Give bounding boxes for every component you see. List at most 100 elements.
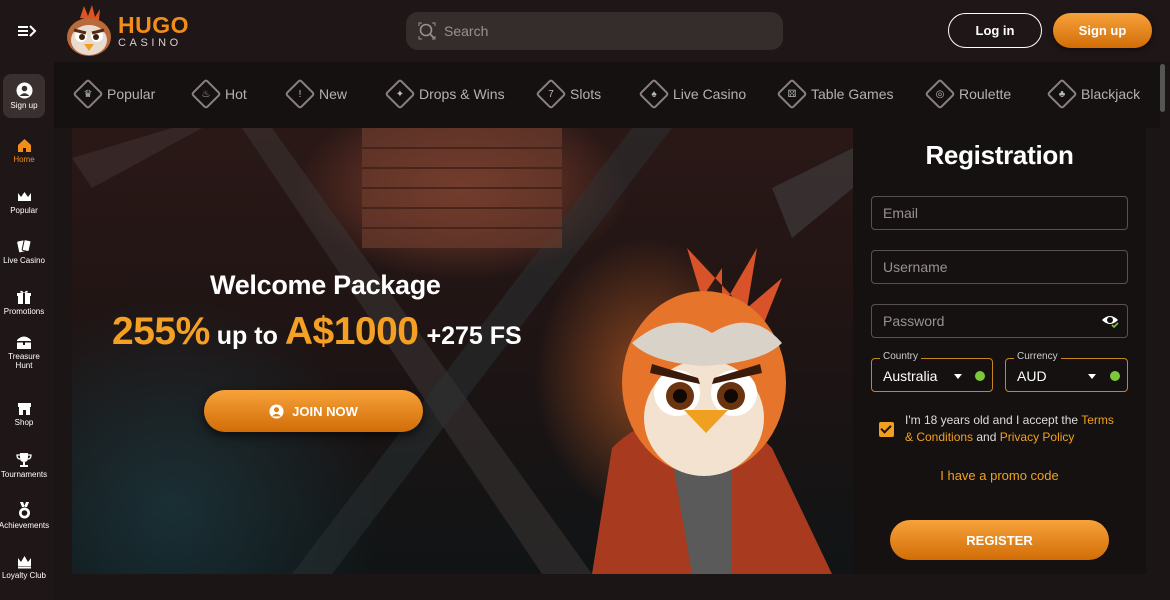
sidebar-signup[interactable]: Sign up	[3, 74, 45, 118]
category-roulette[interactable]: ◎ Roulette	[926, 78, 1012, 110]
register-button[interactable]: REGISTER	[890, 520, 1109, 560]
category-hot[interactable]: ♨ Hot	[192, 78, 247, 110]
bonus-percent: 255%	[112, 310, 210, 353]
brand-name: HUGO	[118, 11, 189, 38]
alert-icon: !	[286, 80, 314, 108]
privacy-policy-link[interactable]: Privacy Policy	[1000, 430, 1075, 444]
bird-mascot	[592, 248, 832, 574]
brand-subtitle: CASINO	[118, 36, 182, 49]
category-slots[interactable]: 7 Slots	[537, 78, 601, 110]
sidebar-item-loyalty-club[interactable]: Loyalty Club	[0, 554, 48, 581]
shop-icon	[17, 403, 31, 415]
category-label: New	[319, 86, 348, 102]
crown-icon	[17, 556, 31, 569]
scrollbar-thumb[interactable]	[1160, 64, 1165, 112]
currency-label: Currency	[1014, 351, 1061, 362]
roulette-icon: ◎	[926, 80, 954, 108]
promo-banner: Welcome Package 255% up to A$1000 +275 F…	[72, 128, 853, 574]
terms-prefix: I'm 18 years old and I accept the	[905, 413, 1082, 427]
sidebar-item-home[interactable]: Home	[0, 138, 48, 165]
chevron-down-icon	[954, 374, 962, 379]
flame-icon: ♨	[192, 80, 220, 108]
slot-icon: 7	[537, 80, 565, 108]
sidebar-item-tournaments[interactable]: Tournaments	[0, 452, 48, 480]
category-label: Live Casino	[673, 86, 747, 102]
join-now-button[interactable]: JOIN NOW	[204, 390, 423, 432]
bonus-free-spins: +275 FS	[426, 322, 522, 350]
sidebar-item-label: Shop	[14, 418, 34, 427]
cards-icon: ♠	[640, 80, 668, 108]
signup-button[interactable]: Sign up	[1053, 13, 1152, 48]
gift-icon	[17, 290, 31, 304]
sidebar-item-label: Popular	[10, 206, 38, 215]
eye-icon[interactable]	[1101, 313, 1119, 329]
currency-select[interactable]: Currency AUD	[1005, 351, 1128, 392]
banner-title: Welcome Package	[210, 270, 441, 300]
country-label: Country	[880, 351, 922, 362]
sidebar-item-label: Live Casino	[3, 256, 45, 265]
user-icon	[269, 403, 284, 419]
password-field[interactable]	[871, 304, 1128, 338]
category-label: Hot	[225, 86, 247, 102]
top-bar: HUGO CASINO Log in Sign up	[0, 0, 1170, 62]
valid-dot-icon	[1110, 371, 1120, 381]
currency-value: AUD	[1017, 368, 1047, 384]
trophy-icon	[16, 453, 32, 467]
sidebar-item-popular[interactable]: Popular	[0, 189, 48, 216]
sidebar-item-shop[interactable]: Shop	[0, 401, 48, 428]
logo[interactable]: HUGO CASINO	[62, 4, 189, 58]
crown-icon: ♛	[74, 80, 102, 108]
valid-dot-icon	[975, 371, 985, 381]
chest-icon	[17, 336, 31, 349]
category-label: Blackjack	[1081, 86, 1141, 102]
sidebar-item-promotions[interactable]: Promotions	[0, 289, 48, 317]
registration-panel: Registration Country Australia Currency …	[853, 128, 1146, 574]
terms-text: I'm 18 years old and I accept the Terms …	[905, 412, 1115, 446]
search-input[interactable]	[444, 23, 744, 39]
banner-offer: 255% up to A$1000 +275 FS	[112, 310, 522, 354]
category-new[interactable]: ! New	[286, 78, 347, 110]
email-input[interactable]	[872, 197, 1127, 229]
search-icon	[418, 22, 436, 40]
crown-icon	[17, 192, 31, 201]
category-popular[interactable]: ♛ Popular	[74, 78, 156, 110]
terms-and: and	[973, 430, 1000, 444]
country-value: Australia	[883, 368, 938, 384]
username-input[interactable]	[872, 251, 1127, 283]
bonus-amount: A$1000	[284, 310, 419, 353]
sidebar-item-label-line2: Hunt	[15, 360, 33, 370]
category-live-casino[interactable]: ♠ Live Casino	[640, 78, 746, 110]
menu-toggle-icon[interactable]	[14, 20, 40, 42]
category-drops-wins[interactable]: ✦ Drops & Wins	[386, 78, 505, 110]
home-icon	[17, 139, 31, 152]
category-blackjack[interactable]: ♣ Blackjack	[1048, 78, 1140, 110]
sidebar-item-label: Tournaments	[0, 470, 48, 479]
password-input[interactable]	[872, 305, 1127, 337]
medal-icon	[18, 502, 30, 519]
search-bar[interactable]	[406, 12, 783, 50]
sidebar: Sign up Home Popular Live Casino Promoti…	[0, 62, 54, 600]
cards-icon	[17, 239, 32, 253]
join-now-label: JOIN NOW	[292, 403, 358, 419]
drops-icon: ✦	[386, 80, 414, 108]
sidebar-item-achievements[interactable]: Achievements	[0, 502, 50, 531]
category-table-games[interactable]: ⚄ Table Games	[778, 78, 894, 110]
category-label: Slots	[570, 86, 602, 102]
sidebar-item-treasure-hunt[interactable]: Treasure Hunt	[0, 334, 48, 371]
blackjack-icon: ♣	[1048, 80, 1076, 108]
category-nav: ♛ Popular ♨ Hot ! New ✦ Drops & Wins 7 S…	[54, 62, 1160, 128]
sidebar-item-label: Promotions	[3, 307, 45, 316]
email-field[interactable]	[871, 196, 1128, 230]
bonus-up-to: up to	[216, 322, 278, 350]
category-label: Roulette	[959, 86, 1012, 102]
login-button[interactable]: Log in	[948, 13, 1042, 48]
username-field[interactable]	[871, 250, 1128, 284]
promo-code-link[interactable]: I have a promo code	[853, 468, 1146, 483]
terms-checkbox[interactable]	[879, 422, 894, 437]
sidebar-item-live-casino[interactable]: Live Casino	[0, 238, 48, 266]
sidebar-item-label: Loyalty Club	[1, 571, 47, 580]
sidebar-item-label: Achievements	[0, 521, 50, 530]
category-label: Popular	[107, 86, 156, 102]
country-select[interactable]: Country Australia	[871, 351, 993, 392]
dice-icon: ⚄	[778, 80, 806, 108]
